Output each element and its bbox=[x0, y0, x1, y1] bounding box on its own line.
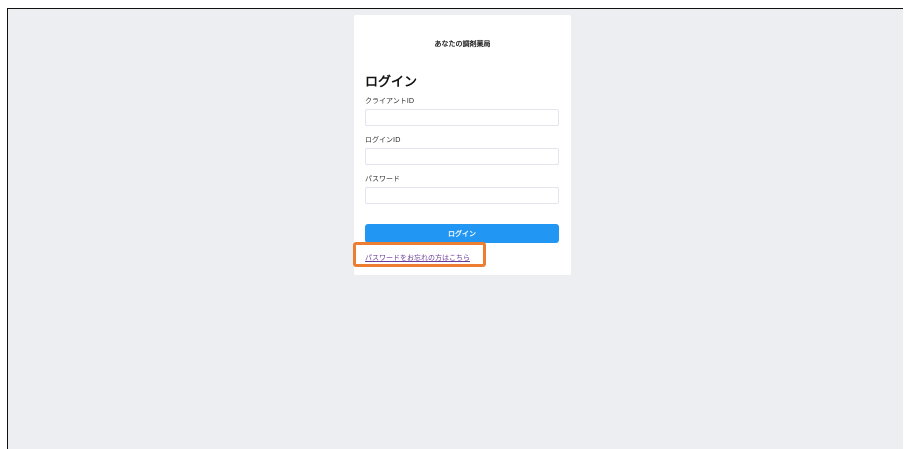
forgot-password-link[interactable]: パスワードをお忘れの方はこちら bbox=[365, 253, 470, 263]
browser-viewport: あなたの調剤薬局 ログイン クライアントID ログインID パスワード ログイン… bbox=[7, 8, 903, 449]
password-label: パスワード bbox=[365, 175, 400, 183]
pharmacy-brand-name: あなたの調剤薬局 bbox=[434, 40, 491, 48]
password-input[interactable] bbox=[365, 187, 559, 204]
login-id-input[interactable] bbox=[365, 148, 559, 165]
login-button[interactable]: ログイン bbox=[365, 224, 559, 243]
login-heading: ログイン bbox=[365, 75, 418, 90]
client-id-label: クライアントID bbox=[365, 97, 415, 105]
client-id-input[interactable] bbox=[365, 109, 559, 126]
login-id-label: ログインID bbox=[365, 136, 401, 144]
login-card: あなたの調剤薬局 ログイン クライアントID ログインID パスワード ログイン… bbox=[354, 15, 571, 275]
